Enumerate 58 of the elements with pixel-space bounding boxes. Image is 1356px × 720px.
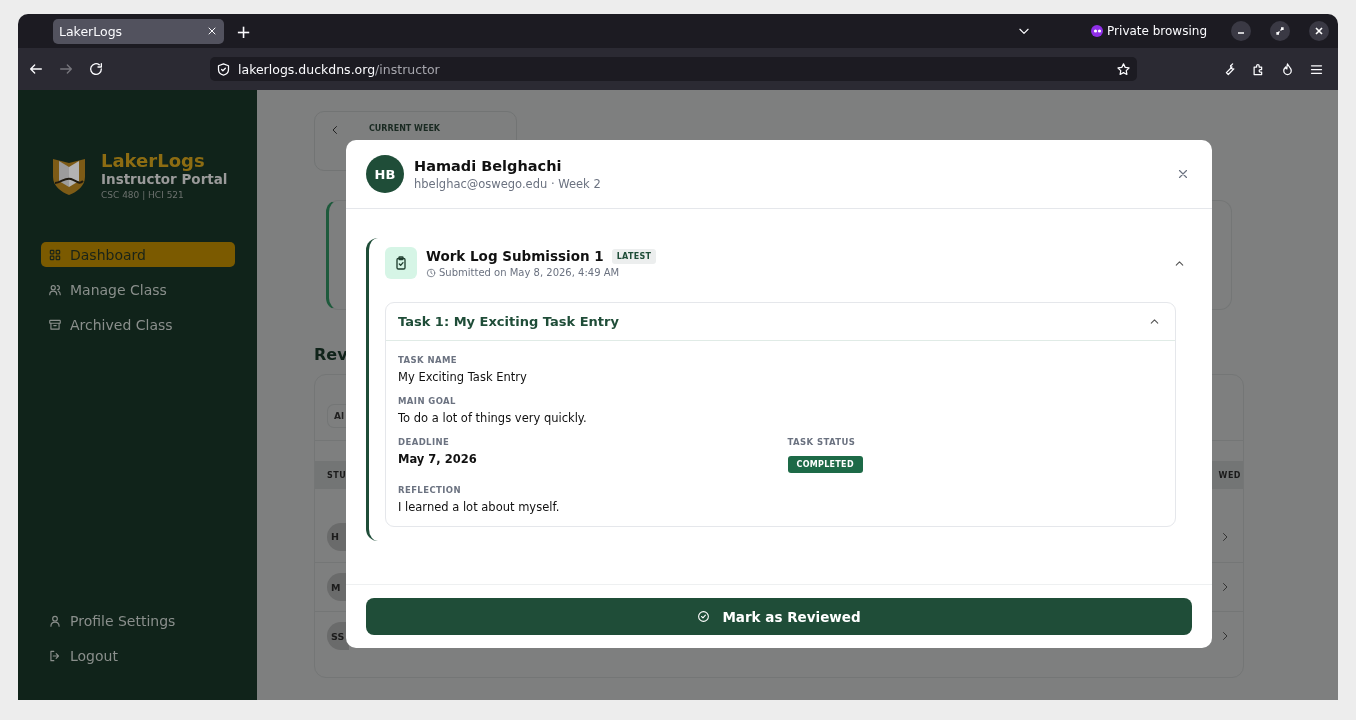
address-bar[interactable]: lakerlogs.duckdns.org/instructor bbox=[210, 57, 1137, 81]
shield-icon bbox=[216, 61, 231, 77]
student-email: hbelghac@oswego.edu · Week 2 bbox=[414, 176, 601, 191]
field-label: TASK NAME bbox=[398, 355, 458, 365]
submitted-date: Submitted on May 8, 2026, 4:49 AM bbox=[439, 267, 620, 278]
clock-icon bbox=[426, 267, 436, 278]
close-icon[interactable] bbox=[206, 25, 218, 37]
close-button[interactable] bbox=[1309, 21, 1329, 41]
field-value: I learned a lot about myself. bbox=[398, 500, 561, 514]
expand-icon bbox=[1276, 27, 1284, 35]
field-label: TASK STATUS bbox=[787, 437, 857, 447]
minimize-button[interactable] bbox=[1231, 21, 1251, 41]
sidebar-item[interactable]: Logout bbox=[41, 643, 235, 668]
users-icon bbox=[48, 282, 62, 297]
column-header: STU bbox=[327, 470, 347, 480]
sidebar-item[interactable]: Profile Settings bbox=[41, 608, 235, 633]
avatar: HB bbox=[366, 155, 404, 193]
archive-box-icon bbox=[48, 317, 62, 332]
task-title: Task 1: My Exciting Task Entry bbox=[398, 314, 619, 329]
task-header[interactable]: Task 1: My Exciting Task Entry bbox=[386, 303, 1175, 341]
section-heading: Rev bbox=[314, 345, 344, 364]
grid-icon bbox=[48, 247, 62, 262]
avatar: H bbox=[327, 522, 349, 551]
close-icon[interactable] bbox=[1176, 167, 1190, 181]
mask-icon bbox=[1091, 25, 1104, 37]
field-value: May 7, 2026 bbox=[398, 452, 478, 466]
mark-reviewed-button[interactable]: Mark as Reviewed bbox=[366, 598, 1192, 635]
submission-title: Work Log Submission 1 bbox=[426, 248, 604, 264]
back-icon[interactable] bbox=[28, 61, 44, 77]
check-circle-icon bbox=[697, 610, 711, 623]
avatar: SS bbox=[327, 622, 349, 650]
sidebar-item[interactable]: Archived Class bbox=[41, 312, 235, 337]
column-header: WED bbox=[1218, 470, 1241, 480]
student-name: Hamadi Belghachi bbox=[414, 157, 563, 174]
brand-name: LakerLogs bbox=[101, 150, 206, 171]
clipboard-icon bbox=[393, 255, 409, 271]
portal-title: Instructor Portal bbox=[101, 171, 228, 187]
current-week-label: CURRENT WEEK bbox=[369, 124, 441, 133]
private-browsing-label: Private browsing bbox=[1107, 24, 1207, 38]
course-codes: CSC 480 | HCI 521 bbox=[101, 190, 185, 200]
field-label: REFLECTION bbox=[398, 485, 462, 495]
status-badge: COMPLETED bbox=[787, 456, 863, 473]
field-value: My Exciting Task Entry bbox=[398, 370, 528, 384]
maximize-button[interactable] bbox=[1270, 21, 1290, 41]
latest-badge: LATEST bbox=[611, 248, 657, 264]
field-label: MAIN GOAL bbox=[398, 396, 457, 406]
avatar: M bbox=[327, 573, 349, 601]
new-tab-button[interactable]: + bbox=[236, 20, 252, 42]
logout-icon bbox=[48, 648, 62, 663]
field-value: To do a lot of things very quickly. bbox=[398, 411, 588, 425]
person-icon bbox=[48, 613, 62, 628]
field-label: DEADLINE bbox=[398, 437, 451, 447]
star-icon[interactable] bbox=[1116, 61, 1131, 77]
close-icon bbox=[1315, 27, 1323, 35]
flame-icon[interactable] bbox=[1280, 61, 1295, 77]
sidebar-item[interactable]: Manage Class bbox=[41, 277, 235, 302]
browser-tab[interactable]: LakerLogs bbox=[53, 18, 224, 44]
reload-icon[interactable] bbox=[88, 61, 104, 77]
